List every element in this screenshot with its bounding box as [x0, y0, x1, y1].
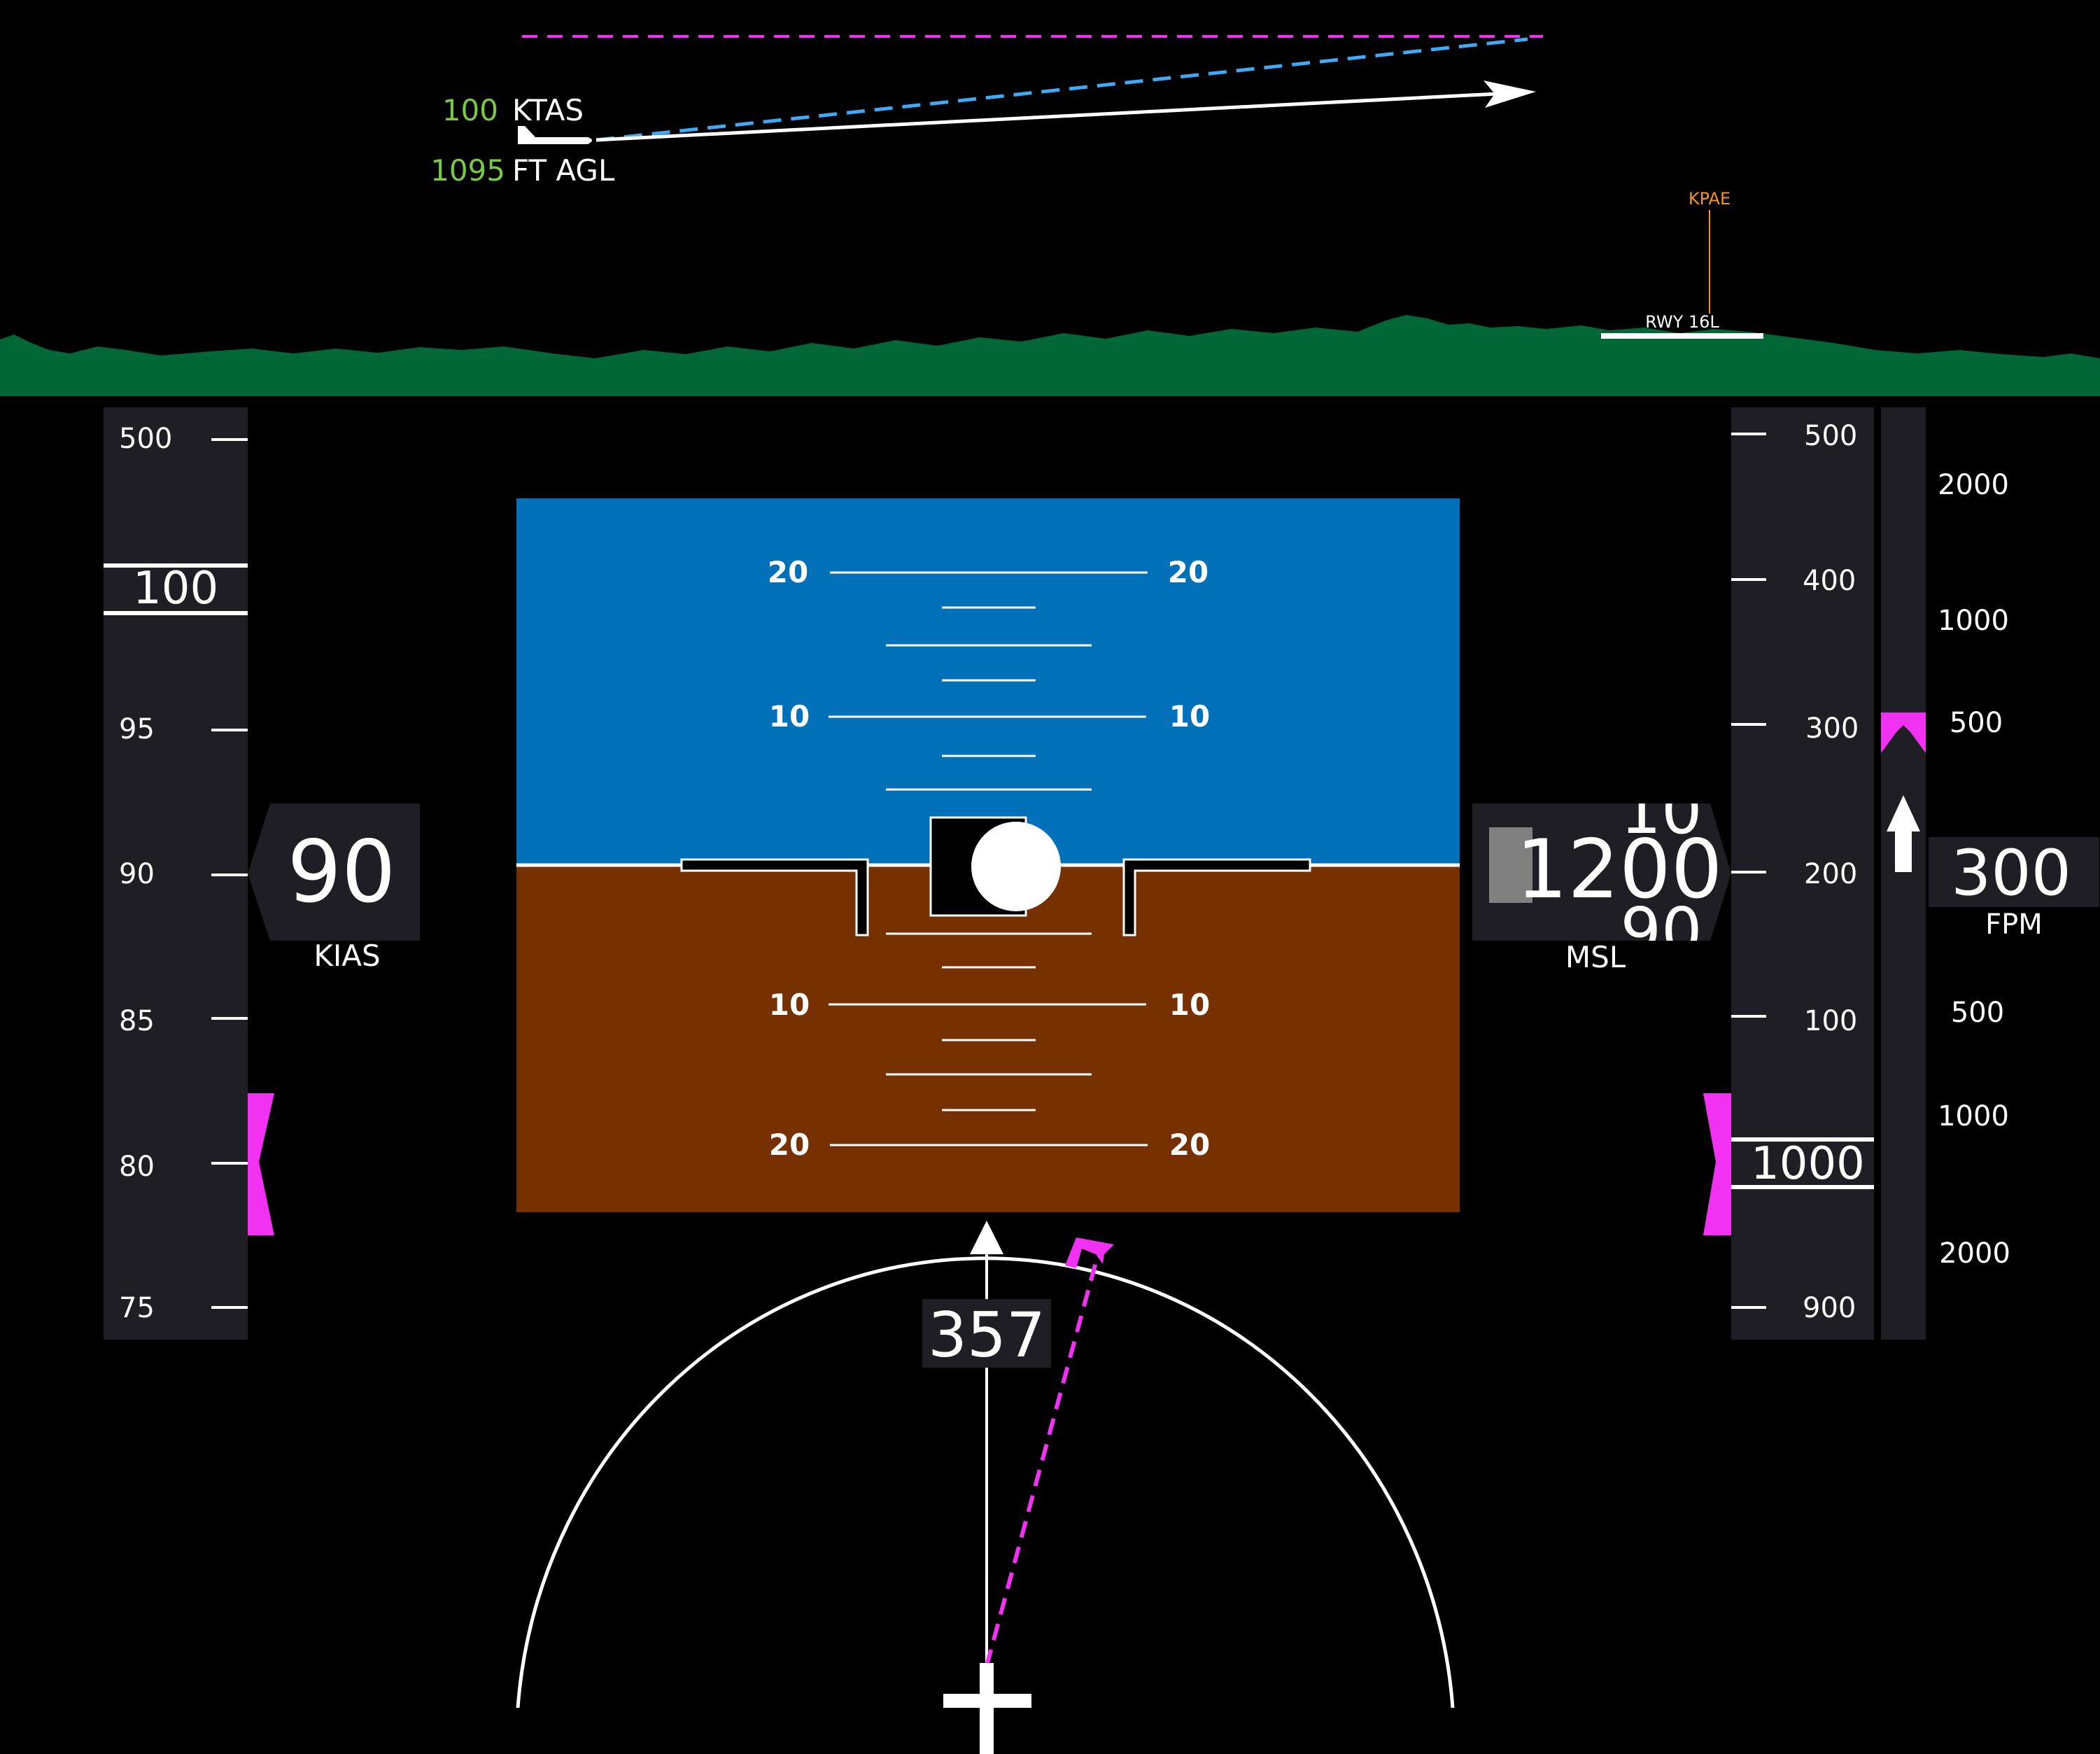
pitch-label: 20	[769, 1128, 810, 1162]
vsi-tick-label: 500	[1951, 997, 2004, 1029]
pitch-label: 10	[769, 988, 810, 1022]
airspeed-current-value: 90	[287, 822, 395, 922]
planned-path-line	[596, 37, 1528, 142]
altitude-readout-box: 10 90 1200 MSL	[1472, 804, 1731, 974]
airspeed-tick-label: 75	[119, 1292, 155, 1324]
altitude-bug	[1703, 1093, 1731, 1235]
altitude-unit-label: MSL	[1565, 940, 1626, 974]
vsi-unit-label: FPM	[1985, 908, 2043, 941]
vsi-tick-label: 1000	[1938, 1100, 2009, 1132]
true-airspeed-value: 100	[442, 93, 498, 127]
vsi-tick-label: 1000	[1938, 605, 2009, 637]
ownship-heading-icon	[943, 1663, 1031, 1754]
pfd-display: 100 KTAS 1095 FT AGL KPAE RWY 16L 500 10…	[0, 35, 2100, 1754]
vsi-tick-label: 2000	[1939, 1237, 2010, 1270]
pitch-label: 20	[768, 555, 808, 589]
airspeed-tick-label: 500	[119, 423, 172, 455]
vertical-speed-indicator: 2000 1000 500 500 1000 2000 300 FPM	[1881, 407, 2099, 1340]
altitude-current-value: 1200	[1516, 822, 1722, 917]
altitude-tick-label: 900	[1803, 1292, 1856, 1324]
altitude-tick-label: 400	[1803, 565, 1856, 597]
airspeed-bug	[248, 1093, 274, 1235]
flight-path-vector-line	[596, 91, 1512, 142]
ownship-aircraft-icon	[518, 126, 592, 144]
agl-altitude-unit: FT AGL	[512, 153, 615, 188]
course-pointer-arrow-icon	[1065, 1237, 1114, 1268]
runway-marker	[1601, 333, 1763, 339]
flight-path-marker-icon	[971, 822, 1061, 911]
airspeed-unit-label: KIAS	[313, 939, 380, 973]
pitch-label: 20	[1169, 1128, 1210, 1162]
airspeed-readout-box: 90 KIAS	[248, 804, 420, 973]
altitude-tick-label: 1000	[1751, 1138, 1865, 1190]
pitch-label: 20	[1168, 555, 1208, 589]
pitch-label: 10	[1169, 699, 1210, 734]
ground	[516, 865, 1460, 1212]
altitude-tick-label: 300	[1805, 713, 1859, 745]
true-airspeed-unit: KTAS	[512, 93, 584, 127]
terrain-silhouette	[0, 315, 2100, 396]
airspeed-tick-label: 80	[119, 1151, 155, 1183]
airport-label: KPAE	[1689, 189, 1731, 209]
heading-pointer-icon	[970, 1221, 1003, 1254]
vsi-current-value: 300	[1951, 836, 2071, 910]
heading-current-value: 357	[928, 1299, 1045, 1371]
airspeed-tick-label: 90	[119, 858, 155, 890]
vsi-tape-background	[1881, 407, 1926, 1340]
agl-altitude-value: 1095	[430, 153, 505, 188]
pitch-label: 10	[769, 699, 810, 734]
airspeed-tick-label: 85	[119, 1005, 155, 1037]
vsi-tick-label: 500	[1950, 707, 2003, 739]
attitude-indicator: 20 20 10 10 10 10 20 20	[516, 498, 1460, 1212]
pitch-label: 10	[1169, 988, 1210, 1022]
airspeed-tick-label: 100	[133, 563, 218, 615]
altitude-tick-label: 200	[1804, 858, 1857, 890]
sky	[516, 498, 1460, 865]
heading-indicator: 357	[516, 1221, 1455, 1754]
runway-label: RWY 16L	[1645, 312, 1719, 332]
airspeed-tick-label: 95	[119, 713, 155, 745]
vsi-tick-label: 2000	[1938, 469, 2009, 501]
terrain-profile-view: 100 KTAS 1095 FT AGL KPAE RWY 16L	[0, 35, 2100, 396]
altitude-tick-label: 500	[1804, 420, 1857, 452]
altitude-tick-label: 100	[1804, 1005, 1857, 1037]
